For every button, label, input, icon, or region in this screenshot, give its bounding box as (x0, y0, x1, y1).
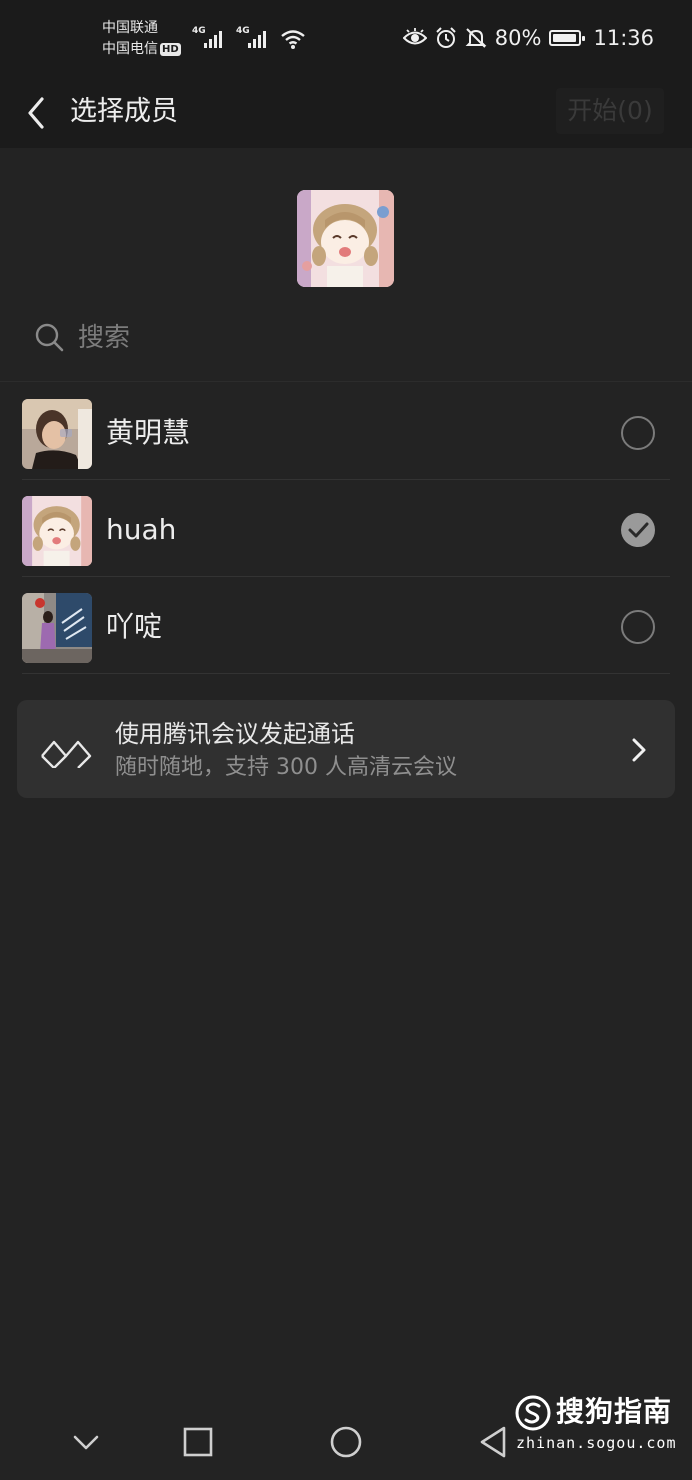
meeting-card-subtitle: 随时随地，支持 300 人高清云会议 (115, 755, 457, 780)
member-row[interactable]: 吖啶 (0, 578, 692, 674)
member-row[interactable]: 黄明慧 (0, 384, 692, 480)
clock: 11:36 (593, 26, 654, 50)
tencent-meeting-card[interactable]: 使用腾讯会议发起通话 随时随地，支持 300 人高清云会议 (17, 700, 675, 798)
carrier-1: 中国联通 (102, 20, 158, 36)
sogou-logo-icon (515, 1395, 551, 1431)
hd-badge: HD (160, 42, 181, 56)
member-name: huah (106, 513, 177, 546)
avatar (22, 593, 92, 663)
watermark-brand: 搜狗指南 (556, 1395, 673, 1428)
divider (22, 479, 670, 480)
alarm-icon (436, 27, 456, 48)
divider (0, 381, 692, 382)
page-title: 选择成员 (70, 96, 178, 127)
chevron-right-icon (632, 738, 646, 762)
avatar (22, 399, 92, 469)
unchecked-circle-icon[interactable] (620, 609, 656, 645)
back-arrow-icon[interactable] (22, 90, 52, 136)
home-circle-icon[interactable] (326, 1422, 366, 1462)
member-name: 黄明慧 (106, 416, 191, 449)
street-photo-avatar-image (22, 593, 92, 663)
sogou-watermark: 搜狗指南 zhinan.sogou.com (514, 1392, 690, 1462)
status-bar: 中国联通 中国电信 HD 4G 4G 80% 11:36 (0, 0, 692, 78)
back-triangle-icon[interactable] (474, 1422, 514, 1462)
anime-girl-avatar-image (297, 190, 394, 287)
wifi-icon (281, 30, 305, 49)
status-right: 80% 11:36 (402, 26, 654, 50)
meeting-card-title: 使用腾讯会议发起通话 (115, 720, 355, 748)
recent-apps-square-icon[interactable] (178, 1422, 218, 1462)
member-row[interactable]: huah (0, 481, 692, 577)
avatar (22, 496, 92, 566)
watermark-url: zhinan.sogou.com (516, 1434, 677, 1452)
eye-comfort-icon (402, 28, 427, 45)
search-bar (0, 306, 692, 368)
carrier-info: 中国联通 中国电信 HD (102, 18, 181, 60)
start-button[interactable]: 开始(0) (556, 88, 664, 134)
mute-bell-icon (465, 28, 487, 48)
signal-indicators: 4G 4G (192, 26, 306, 50)
chevron-down-icon[interactable] (66, 1422, 106, 1462)
search-icon (35, 323, 64, 352)
anime-girl-avatar-image (22, 496, 92, 566)
photo-avatar-image (22, 399, 92, 469)
search-input[interactable] (76, 316, 640, 360)
tencent-meeting-logo-icon (41, 740, 92, 768)
unchecked-circle-icon[interactable] (620, 415, 656, 451)
divider (22, 576, 670, 577)
signal-icon: 4G (236, 26, 272, 50)
checked-circle-icon[interactable] (620, 512, 656, 548)
header: 选择成员 开始(0) (0, 78, 692, 148)
divider (22, 673, 670, 674)
battery-percent: 80% (494, 26, 542, 50)
member-name: 吖啶 (106, 610, 163, 643)
selected-member-avatar[interactable] (297, 190, 394, 287)
signal-icon: 4G (192, 26, 228, 50)
carrier-2: 中国电信 (102, 41, 158, 57)
battery-icon (549, 30, 586, 46)
